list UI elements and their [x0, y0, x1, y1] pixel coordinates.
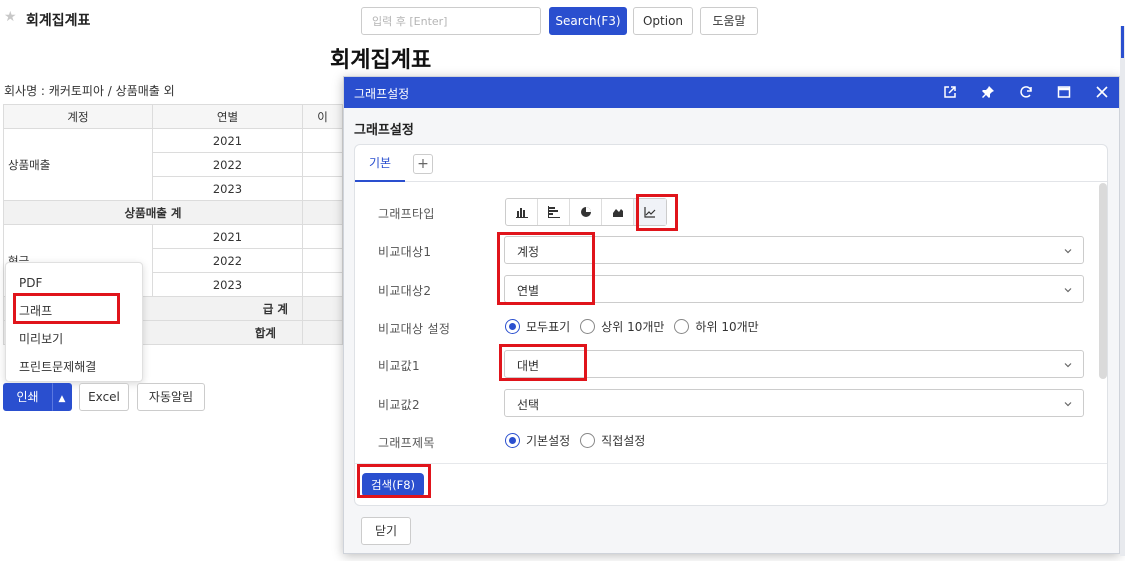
maximize-icon[interactable] [1056, 85, 1072, 101]
divider [355, 463, 1107, 464]
close-button[interactable]: 닫기 [361, 517, 411, 545]
compare-value-1-select[interactable]: 대변 [504, 350, 1084, 378]
table-row: 상품매출 2021 [3, 128, 343, 201]
column-header: 계정 [3, 104, 153, 129]
menu-item-preview[interactable]: 미리보기 [6, 325, 142, 353]
print-dropdown-toggle[interactable]: ▲ [52, 383, 72, 411]
search-button[interactable]: Search(F3) [549, 7, 627, 35]
compare-value-2-select[interactable]: 선택 [504, 389, 1084, 417]
add-tab-button[interactable]: + [413, 154, 433, 174]
compare-value-1-value: 대변 [517, 359, 540, 373]
compare-target-1-value: 계정 [517, 245, 540, 259]
year-cell: 2021 [152, 224, 303, 249]
excel-button[interactable]: Excel [79, 383, 129, 411]
menu-item-pdf[interactable]: PDF [6, 269, 142, 297]
radio-custom-title[interactable]: 직접설정 [580, 432, 645, 449]
graph-settings-dialog: 그래프설정 그래프설정 기본 + 그래프타입 비교대상1 계정 비교대상2 연별… [343, 76, 1120, 554]
year-cell: 2022 [152, 248, 303, 273]
star-icon[interactable]: ★ [4, 10, 18, 24]
compare-setting-radio-group: 모두표기 상위 10개만 하위 10개만 [505, 318, 769, 335]
compare-value-2-value: 선택 [517, 398, 540, 412]
pin-icon[interactable] [980, 85, 996, 101]
graph-type-group [505, 198, 667, 226]
dialog-header: 그래프설정 [344, 77, 1119, 108]
subtotal-cell: 상품매출 계 [3, 200, 303, 225]
label-graph-title: 그래프제목 [378, 436, 435, 450]
label-graph-type: 그래프타입 [378, 207, 435, 221]
chevron-down-icon [1064, 288, 1072, 293]
refresh-icon[interactable] [1018, 85, 1034, 101]
column-header: 이 [302, 104, 343, 129]
page-header: ★ 회계집계표 Search(F3) Option 도움말 [0, 0, 1125, 40]
area-chart-icon[interactable] [602, 199, 634, 225]
auto-alarm-button[interactable]: 자동알림 [137, 383, 205, 411]
label-compare-value-2: 비교값2 [378, 398, 420, 412]
pie-chart-icon[interactable] [570, 199, 602, 225]
chevron-down-icon [1064, 363, 1072, 368]
report-title: 회계집계표 [330, 48, 432, 73]
compare-target-2-value: 연별 [517, 284, 540, 298]
label-compare-target-1: 비교대상1 [378, 245, 432, 259]
year-cell: 2022 [152, 152, 303, 177]
year-cell: 2023 [152, 272, 303, 297]
option-button[interactable]: Option [633, 7, 693, 35]
print-button[interactable]: 인쇄 [3, 383, 52, 411]
bar-chart-icon[interactable] [506, 199, 538, 225]
column-header: 연별 [152, 104, 303, 129]
radio-bottom-10[interactable]: 하위 10개만 [674, 318, 759, 335]
compare-target-2-select[interactable]: 연별 [504, 275, 1084, 303]
radio-default-title[interactable]: 기본설정 [505, 432, 570, 449]
help-button[interactable]: 도움말 [700, 7, 758, 35]
year-cell: 2023 [152, 176, 303, 201]
print-menu: PDF 그래프 미리보기 프린트문제해결 [5, 262, 143, 382]
caret-up-icon: ▲ [58, 394, 66, 404]
horizontal-bar-icon[interactable] [538, 199, 570, 225]
menu-item-print-troubleshoot[interactable]: 프린트문제해결 [6, 353, 142, 381]
line-chart-icon[interactable] [634, 199, 666, 225]
graph-search-button[interactable]: 검색(F8) [362, 473, 424, 497]
close-icon[interactable] [1094, 85, 1110, 101]
company-info: 회사명 : 캐커토피아 / 상품매출 외 [4, 84, 175, 98]
graph-title-radio-group: 기본설정 직접설정 [505, 432, 655, 449]
right-edge-bar [1120, 26, 1125, 556]
chevron-down-icon [1064, 249, 1072, 254]
dialog-title: 그래프설정 [354, 87, 410, 101]
label-compare-target-2: 비교대상2 [378, 284, 432, 298]
tab-basic[interactable]: 기본 [355, 145, 405, 182]
menu-item-graph[interactable]: 그래프 [6, 297, 142, 325]
compare-target-1-select[interactable]: 계정 [504, 236, 1084, 264]
tab-panel: 기본 + 그래프타입 비교대상1 계정 비교대상2 연별 비교대상 설정 모두표… [354, 144, 1108, 506]
label-compare-setting: 비교대상 설정 [378, 322, 451, 336]
tab-bar: 기본 + [355, 145, 1107, 182]
radio-top-10[interactable]: 상위 10개만 [580, 318, 664, 335]
subtotal-row: 상품매출 계 [3, 200, 343, 225]
chevron-down-icon [1064, 402, 1072, 407]
account-cell: 상품매출 [3, 128, 153, 201]
popout-icon[interactable] [942, 85, 958, 101]
radio-show-all[interactable]: 모두표기 [505, 318, 570, 335]
label-compare-value-1: 비교값1 [378, 359, 420, 373]
search-input[interactable] [361, 7, 541, 35]
scrollbar[interactable] [1099, 183, 1107, 379]
right-edge-accent [1121, 26, 1124, 58]
table-row: 현금 2021 [3, 224, 343, 297]
section-title: 그래프설정 [354, 123, 414, 138]
year-cell: 2021 [152, 128, 303, 153]
page-name: 회계집계표 [26, 13, 91, 29]
